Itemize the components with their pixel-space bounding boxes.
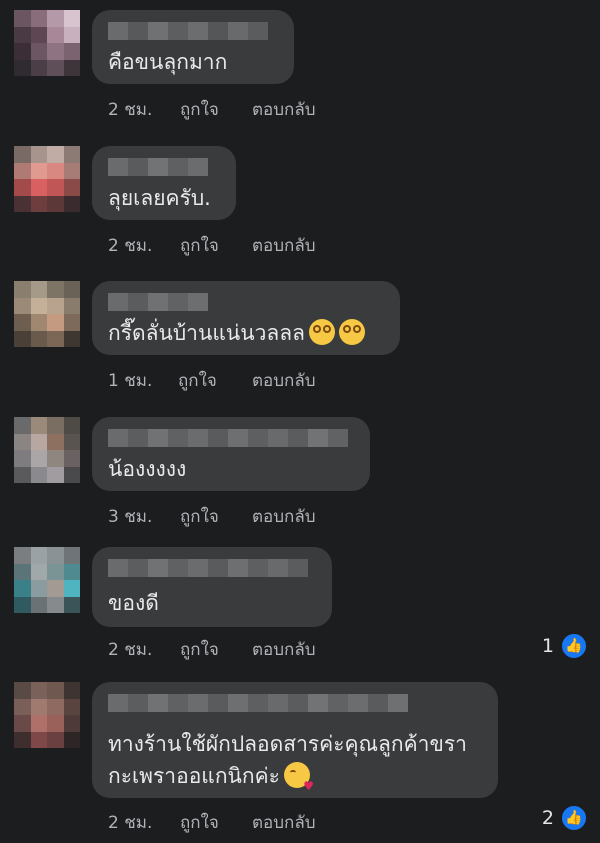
avatar[interactable] [14,547,80,613]
reaction-count: 1 [541,635,554,657]
comment-text-body: กรี๊ดลั่นบ้านแน่นวลลล [108,321,305,345]
comment-time[interactable]: 3 ชม. [108,503,152,530]
comment-time[interactable]: 2 ชม. [108,809,152,836]
reply-link[interactable]: ตอบกลับ [252,503,316,530]
comment-bubble: กรี๊ดลั่นบ้านแน่นวลลล [92,281,400,355]
comment-text: กรี๊ดลั่นบ้านแน่นวลลล [108,317,365,349]
like-link[interactable]: ถูกใจ [180,809,219,836]
reply-link[interactable]: ตอบกลับ [252,809,316,836]
reply-link[interactable]: ตอบกลับ [252,232,316,259]
comment-text: ลุยเลยครับ. [108,186,211,210]
comment-bubble: ลุยเลยครับ. [92,146,236,220]
like-link[interactable]: ถูกใจ [180,96,219,123]
comment-bubble: น้องงงงง [92,417,370,491]
like-link[interactable]: ถูกใจ [180,503,219,530]
comment-time[interactable]: 2 ชม. [108,636,152,663]
commenter-name[interactable] [108,559,308,577]
avatar[interactable] [14,146,80,212]
like-link[interactable]: ถูกใจ [180,636,219,663]
reaction-count: 2 [541,807,554,829]
comment-time[interactable]: 1 ชม. [108,367,152,394]
thumbs-up-icon: 👍 [560,804,588,832]
commenter-name[interactable] [108,694,408,712]
comment-bubble: คือขนลุกมาก [92,10,294,84]
reaction-summary[interactable]: 1 👍 [542,632,588,660]
comment-bubble: ของดี [92,547,332,627]
reaction-summary[interactable]: 2 👍 [542,804,588,832]
comment-time[interactable]: 2 ชม. [108,96,152,123]
comment-text: คือขนลุกมาก [108,50,228,74]
commenter-name[interactable] [108,22,268,40]
avatar[interactable] [14,281,80,347]
comment-text: ของดี [108,591,159,615]
reply-link[interactable]: ตอบกลับ [252,367,316,394]
like-link[interactable]: ถูกใจ [178,367,217,394]
comment-time[interactable]: 2 ชม. [108,232,152,259]
reply-link[interactable]: ตอบกลับ [252,96,316,123]
commenter-name[interactable] [108,429,348,447]
reply-link[interactable]: ตอบกลับ [252,636,316,663]
woozy-face-emoji [338,319,365,345]
avatar[interactable] [14,417,80,483]
comment-text-line-1: ทางร้านใช้ผักปลอดสารค่ะคุณลูกค้าขรา [108,732,467,756]
comment-text: น้องงงงง [108,457,187,481]
comment-text-line-2: กะเพราออแกนิกค่ะ [108,760,314,802]
avatar[interactable] [14,10,80,76]
avatar[interactable] [14,682,80,748]
comment-bubble: ทางร้านใช้ผักปลอดสารค่ะคุณลูกค้าขรา กะเพ… [92,682,498,802]
like-link[interactable]: ถูกใจ [180,232,219,259]
commenter-name[interactable] [108,158,208,176]
commenter-name[interactable] [108,293,208,311]
woozy-face-emoji [308,319,335,345]
thumbs-up-icon: 👍 [560,632,588,660]
face-blowing-kiss-emoji [283,762,314,802]
comment-text-body: กะเพราออแกนิกค่ะ [108,764,280,788]
